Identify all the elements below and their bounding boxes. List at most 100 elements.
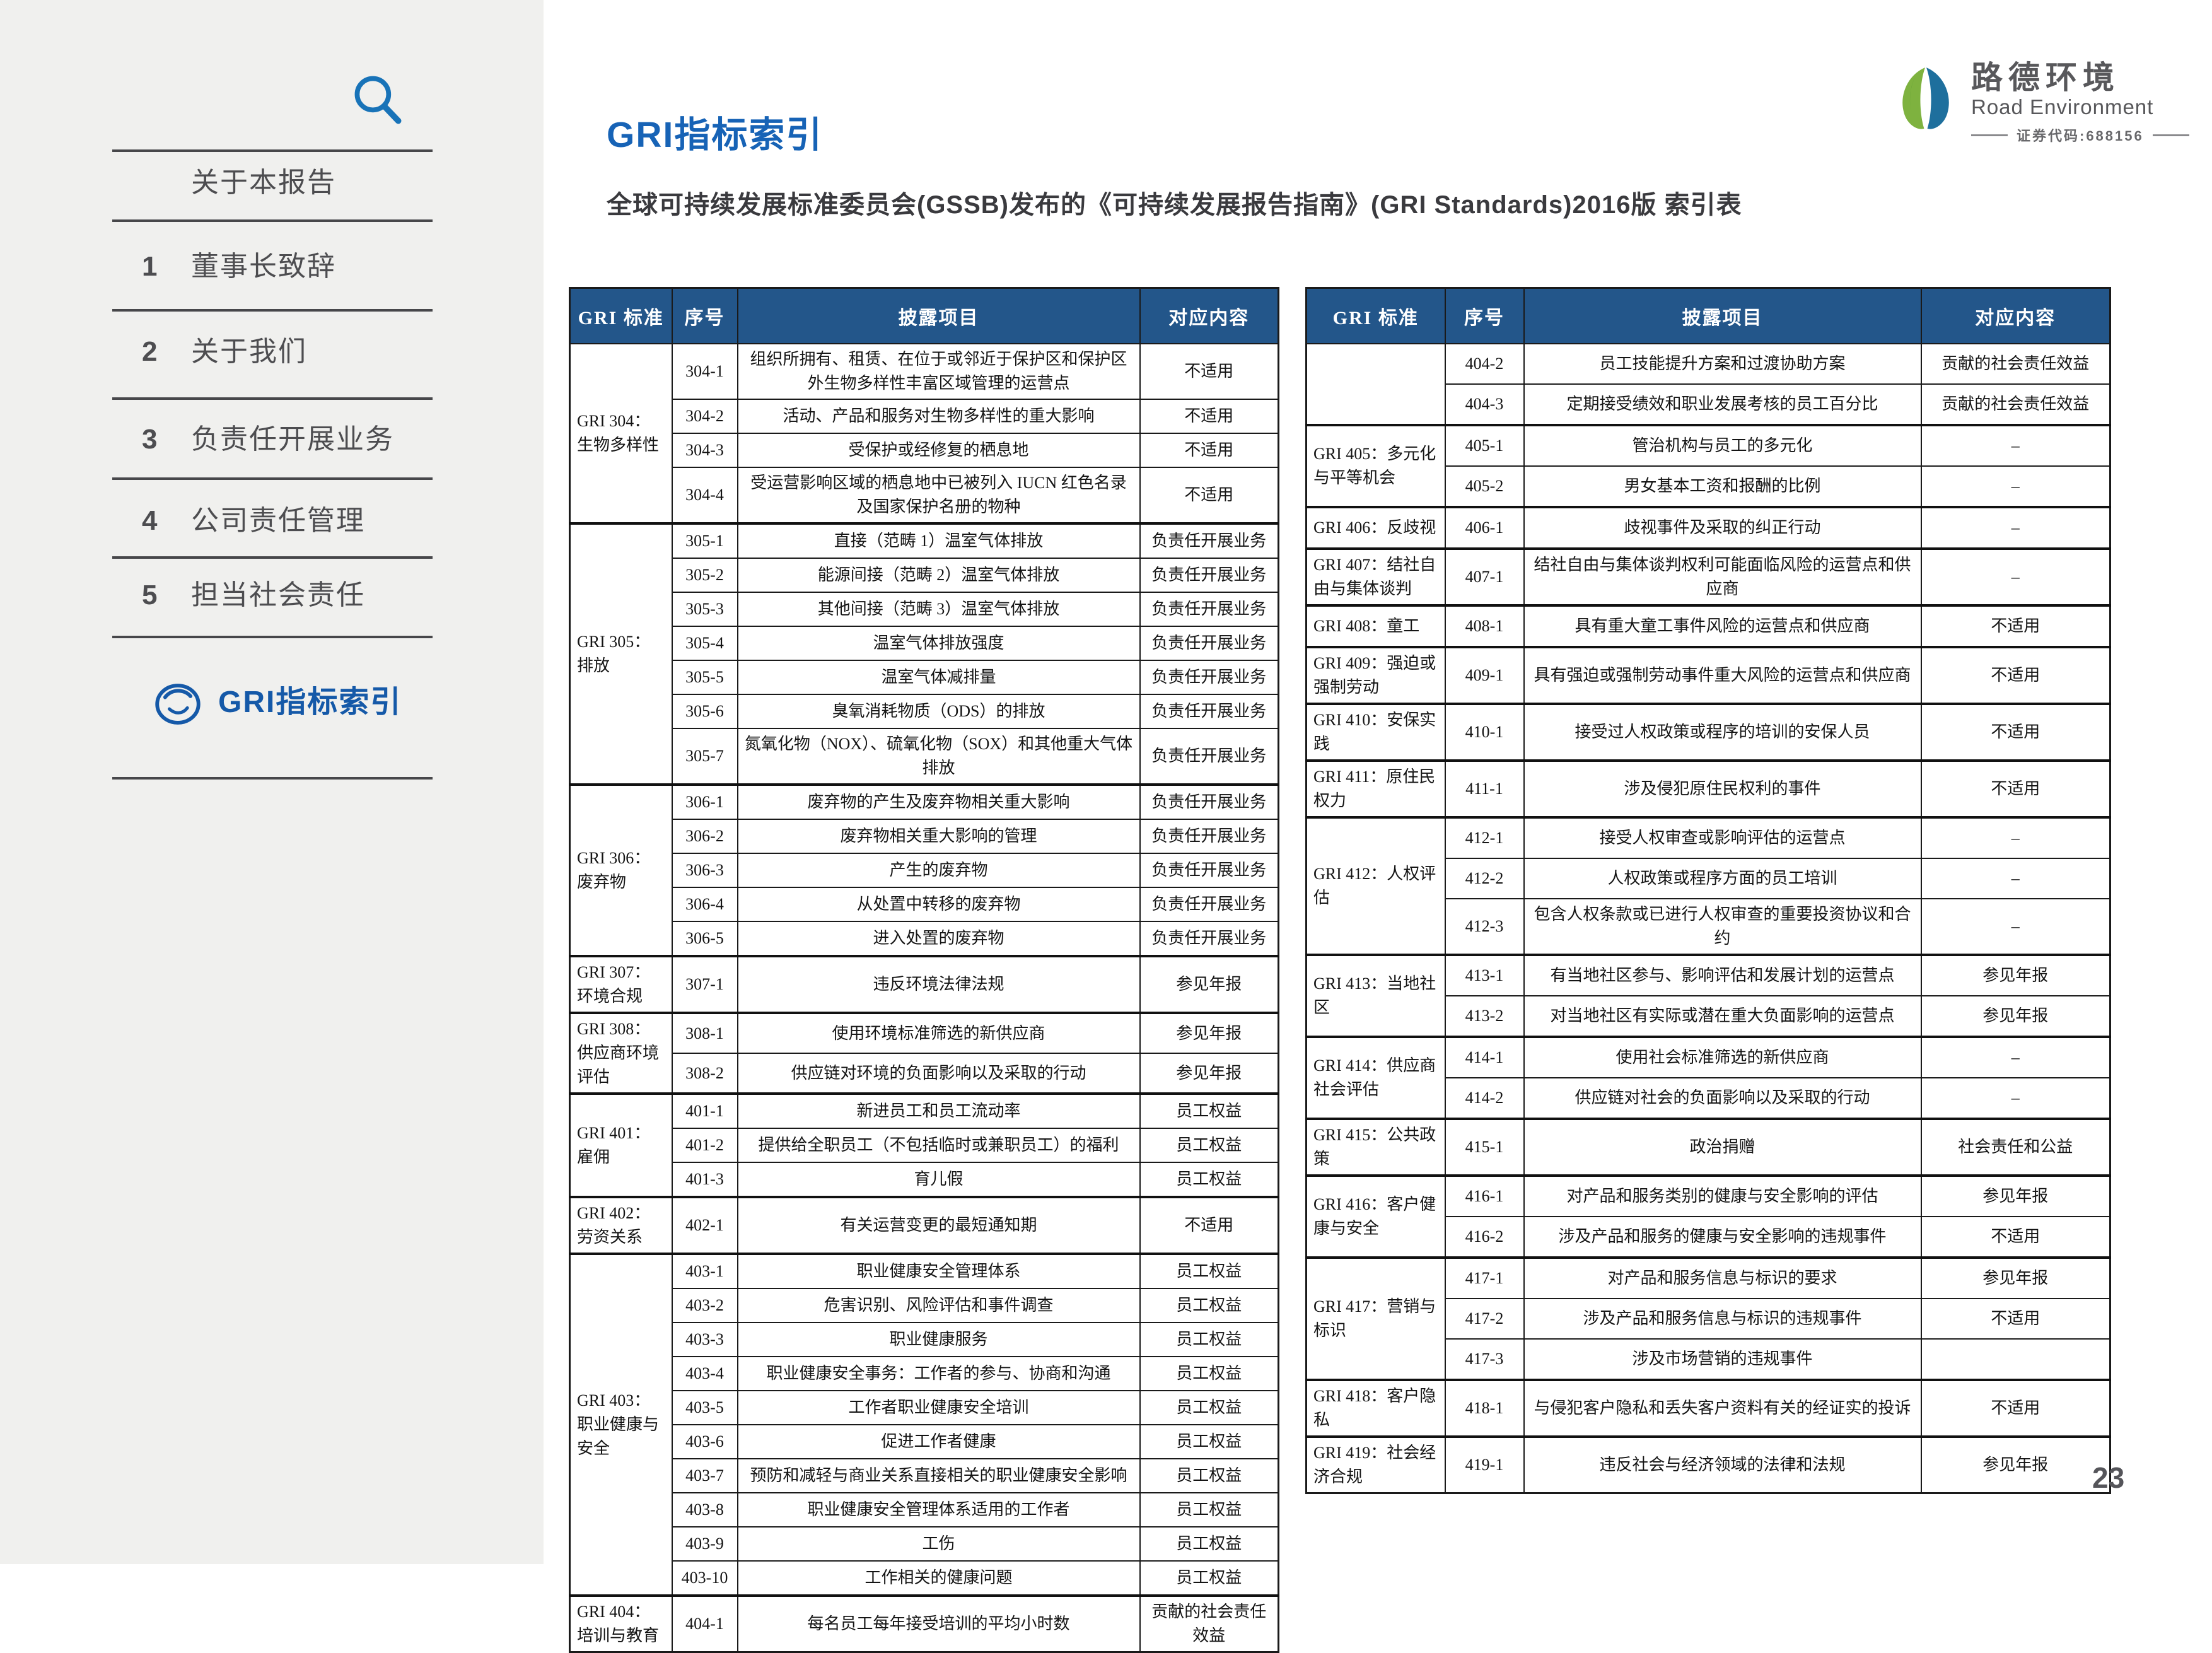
column-header: 披露项目 [1524, 288, 1921, 344]
table-row: GRI 402：劳资关系402-1有关运营变更的最短通知期不适用 [570, 1197, 1279, 1254]
serial-cell: 403-3 [672, 1323, 738, 1357]
table-row: 305-2能源间接（范畴 2）温室气体排放负责任开展业务 [570, 558, 1279, 592]
disclosure-cell: 提供给全职员工（不包括临时或兼职员工）的福利 [738, 1128, 1140, 1162]
serial-cell: 304-3 [672, 433, 738, 467]
gri-standard-cell: GRI 415：公共政策 [1307, 1119, 1445, 1176]
gri-standard-cell: GRI 404：培训与教育 [570, 1596, 672, 1652]
serial-cell: 417-3 [1445, 1339, 1524, 1380]
disclosure-cell: 预防和减轻与商业关系直接相关的职业健康安全影响 [738, 1459, 1140, 1493]
stock-code: 证券代码:688156 [1971, 125, 2189, 145]
disclosure-cell: 活动、产品和服务对生物多样性的重大影响 [738, 399, 1140, 433]
serial-cell: 306-4 [672, 887, 738, 921]
correspondence-cell: 负责任开展业务 [1140, 558, 1279, 592]
disclosure-cell: 工伤 [738, 1527, 1140, 1561]
table-row: GRI 411：原住民权力411-1涉及侵犯原住民权利的事件不适用 [1307, 761, 2110, 817]
serial-cell: 403-5 [672, 1391, 738, 1425]
company-name-en: Road Environment [1971, 95, 2189, 120]
disclosure-cell: 使用环境标准筛选的新供应商 [738, 1013, 1140, 1053]
gri-standard-cell: GRI 409：强迫或强制劳动 [1307, 647, 1445, 704]
table-row: GRI 412：人权评估412-1接受人权审查或影响评估的运营点– [1307, 817, 2110, 858]
serial-cell: 402-1 [672, 1197, 738, 1254]
dash-line [1971, 134, 2008, 136]
sidebar-item-about-us[interactable]: 2 关于我们 [142, 332, 495, 372]
gri-standard-cell: GRI 308：供应商环境评估 [570, 1013, 672, 1094]
disclosure-cell: 男女基本工资和报酬的比例 [1524, 466, 1921, 507]
disclosure-cell: 接受人权审查或影响评估的运营点 [1524, 817, 1921, 858]
sidebar-item-about-report[interactable]: 关于本报告 [142, 163, 495, 203]
disclosure-cell: 人权政策或程序方面的员工培训 [1524, 858, 1921, 899]
gri-standard-cell: GRI 413：当地社区 [1307, 955, 1445, 1037]
table-row: GRI 307：环境合规307-1违反环境法律法规参见年报 [570, 956, 1279, 1013]
table-row: 305-3其他间接（范畴 3）温室气体排放负责任开展业务 [570, 592, 1279, 626]
serial-cell: 308-2 [672, 1053, 738, 1094]
company-name-cn: 路德环境 [1971, 61, 2189, 95]
disclosure-cell: 定期接受绩效和职业发展考核的员工百分比 [1524, 384, 1921, 425]
sidebar-item-label: 公司责任管理 [191, 501, 365, 541]
gri-standard-cell: GRI 306：废弃物 [570, 785, 672, 956]
serial-cell: 405-1 [1445, 425, 1524, 466]
table-row: GRI 417：营销与标识417-1对产品和服务信息与标识的要求参见年报 [1307, 1258, 2110, 1299]
disclosure-cell: 对产品和服务信息与标识的要求 [1524, 1258, 1921, 1299]
serial-cell: 403-10 [672, 1561, 738, 1596]
disclosure-cell: 员工技能提升方案和过渡协助方案 [1524, 344, 1921, 384]
serial-cell: 403-7 [672, 1459, 738, 1493]
correspondence-cell: 员工权益 [1140, 1493, 1279, 1527]
correspondence-cell: – [1921, 858, 2110, 899]
disclosure-cell: 涉及市场营销的违规事件 [1524, 1339, 1921, 1380]
serial-cell: 404-2 [1445, 344, 1524, 384]
correspondence-cell: 贡献的社会责任效益 [1921, 344, 2110, 384]
serial-cell: 401-2 [672, 1128, 738, 1162]
disclosure-cell: 职业健康安全管理体系适用的工作者 [738, 1493, 1140, 1527]
correspondence-cell: 不适用 [1921, 605, 2110, 647]
disclosure-cell: 进入处置的废弃物 [738, 921, 1140, 956]
disclosure-cell: 温室气体排放强度 [738, 626, 1140, 660]
gri-logo-icon [151, 676, 204, 729]
table-row: 403-3职业健康服务员工权益 [570, 1323, 1279, 1357]
column-header: 对应内容 [1921, 288, 2110, 344]
gri-standard-cell [1307, 344, 1445, 425]
disclosure-cell: 违反社会与经济领域的法律和法规 [1524, 1437, 1921, 1493]
table-row: 304-3受保护或经修复的栖息地不适用 [570, 433, 1279, 467]
search-icon[interactable] [348, 71, 409, 131]
gri-standard-cell: GRI 410：安保实践 [1307, 704, 1445, 761]
serial-cell: 407-1 [1445, 549, 1524, 605]
table-row: GRI 410：安保实践410-1接受过人权政策或程序的培训的安保人员不适用 [1307, 704, 2110, 761]
sidebar-item-gri-index[interactable]: GRI指标索引 [151, 676, 504, 729]
table-row: 306-4从处置中转移的废弃物负责任开展业务 [570, 887, 1279, 921]
table-row: GRI 415：公共政策415-1政治捐赠社会责任和公益 [1307, 1119, 2110, 1176]
serial-cell: 412-3 [1445, 899, 1524, 955]
gri-standard-cell: GRI 304：生物多样性 [570, 344, 672, 523]
sidebar-item-social-responsibility[interactable]: 5 担当社会责任 [142, 575, 495, 616]
table-row: 403-9工伤员工权益 [570, 1527, 1279, 1561]
correspondence-cell: 不适用 [1140, 433, 1279, 467]
gri-standard-cell: GRI 418：客户隐私 [1307, 1380, 1445, 1437]
dash-line [2153, 134, 2189, 136]
disclosure-cell: 接受过人权政策或程序的培训的安保人员 [1524, 704, 1921, 761]
table-row: 403-4职业健康安全事务：工作者的参与、协商和沟通员工权益 [570, 1357, 1279, 1391]
table-header-row: GRI 标准序号披露项目对应内容 [1307, 288, 2110, 344]
divider [112, 636, 433, 638]
sidebar-item-number: 4 [142, 501, 191, 541]
serial-cell: 410-1 [1445, 704, 1524, 761]
serial-cell: 403-9 [672, 1527, 738, 1561]
disclosure-cell: 歧视事件及采取的纠正行动 [1524, 507, 1921, 549]
disclosure-cell: 氮氧化物（NOX）、硫氧化物（SOX）和其他重大气体排放 [738, 728, 1140, 785]
correspondence-cell: 员工权益 [1140, 1425, 1279, 1459]
table-row: GRI 407：结社自由与集体谈判407-1结社自由与集体谈判权利可能面临风险的… [1307, 549, 2110, 605]
sidebar-item-chairman-speech[interactable]: 1 董事长致辞 [142, 247, 495, 287]
gri-standard-cell: GRI 412：人权评估 [1307, 817, 1445, 955]
serial-cell: 408-1 [1445, 605, 1524, 647]
gri-standard-cell: GRI 403：职业健康与安全 [570, 1254, 672, 1596]
sidebar-item-responsible-business[interactable]: 3 负责任开展业务 [142, 419, 495, 460]
correspondence-cell: 负责任开展业务 [1140, 694, 1279, 728]
sidebar-item-label: GRI指标索引 [218, 682, 402, 723]
serial-cell: 416-2 [1445, 1217, 1524, 1258]
correspondence-cell: 参见年报 [1921, 955, 2110, 996]
serial-cell: 403-8 [672, 1493, 738, 1527]
table-row: GRI 403：职业健康与安全403-1职业健康安全管理体系员工权益 [570, 1254, 1279, 1288]
disclosure-cell: 供应链对社会的负面影响以及采取的行动 [1524, 1078, 1921, 1119]
disclosure-cell: 工作相关的健康问题 [738, 1561, 1140, 1596]
sidebar-item-responsibility-management[interactable]: 4 公司责任管理 [142, 501, 495, 541]
column-header: GRI 标准 [570, 288, 672, 344]
sidebar-item-number: 1 [142, 247, 191, 287]
